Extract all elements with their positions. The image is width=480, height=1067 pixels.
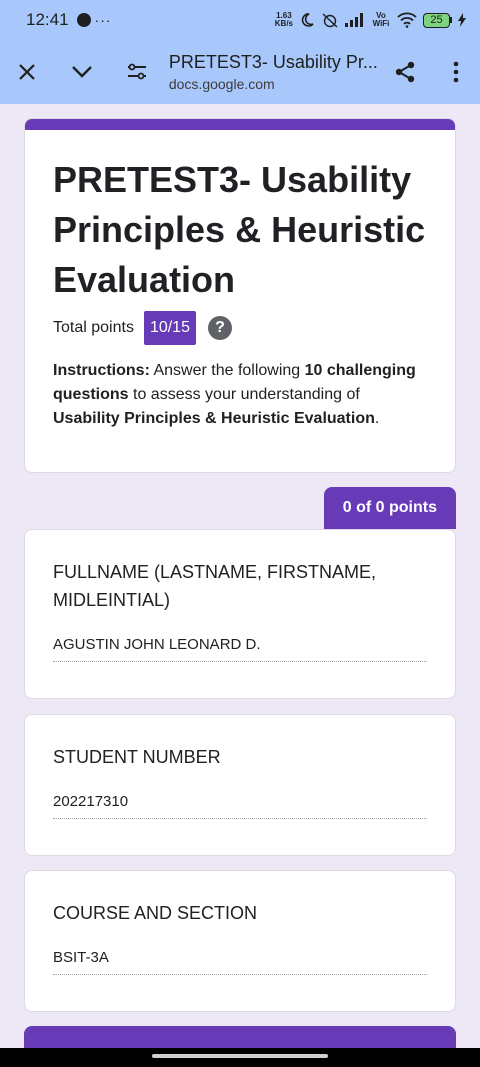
question-title: FULLNAME (LASTNAME, FIRSTNAME, MIDLEINTI…	[53, 562, 377, 610]
share-button[interactable]	[378, 40, 433, 104]
form-description: Instructions: Answer the following 10 ch…	[25, 345, 455, 431]
question-answer: AGUSTIN JOHN LEONARD D.	[53, 636, 427, 662]
page-title: PRETEST3- Usability Pr...	[168, 52, 378, 72]
signal-icon	[345, 13, 363, 27]
page-url: docs.google.com	[168, 76, 275, 92]
battery-tip	[450, 17, 452, 23]
question-card: STUDENT NUMBER 202217310	[24, 714, 456, 856]
chevron-down-icon	[72, 66, 93, 78]
close-button[interactable]	[0, 40, 55, 104]
form-title: PRETEST3- Usability Principles & Heurist…	[53, 159, 426, 300]
question-card: COURSE AND SECTION BSIT-3A	[24, 870, 456, 1012]
question-title: STUDENT NUMBER	[53, 747, 221, 767]
form-header-card: PRETEST3- Usability Principles & Heurist…	[24, 118, 456, 473]
question-answer: 202217310	[53, 793, 427, 819]
tune-icon	[128, 63, 147, 80]
more-vert-icon	[454, 61, 459, 83]
section-points-tab: 0 of 0 points	[323, 487, 456, 529]
instructions-text-3: .	[374, 410, 380, 427]
status-time: 12:41	[26, 10, 69, 29]
minimize-button[interactable]	[55, 40, 110, 104]
instructions-text-1: Answer the following	[149, 362, 305, 379]
page-title-area: PRETEST3- Usability Pr... docs.google.co…	[165, 52, 378, 92]
theme-strip	[25, 119, 455, 130]
battery-icon: 25	[423, 12, 452, 28]
instructions-text-2: to assess your understanding of	[128, 386, 360, 403]
navigation-bar	[0, 1048, 480, 1067]
wifi-icon	[397, 12, 417, 28]
question-card: FULLNAME (LASTNAME, FIRSTNAME, MIDLEINTI…	[24, 529, 456, 699]
score-badge: 10/15	[143, 311, 196, 345]
question-answer: BSIT-3A	[53, 949, 427, 975]
net-speed-unit: KB/s	[274, 19, 293, 28]
more-notifications-icon: ···	[94, 12, 112, 28]
alarm-off-icon	[322, 13, 338, 28]
home-gesture-handle[interactable]	[152, 1054, 328, 1058]
share-icon	[396, 61, 415, 83]
notification-icons: ···	[76, 12, 112, 28]
close-icon	[19, 64, 36, 80]
total-points-row: Total points 10/15 ?	[25, 305, 455, 345]
battery-level: 25	[423, 12, 450, 28]
help-icon[interactable]: ?	[207, 316, 232, 340]
page-settings-button[interactable]	[110, 40, 165, 104]
instructions-bold-2: Usability Principles & Heuristic Evaluat…	[53, 410, 375, 427]
more-options-button[interactable]	[433, 40, 480, 104]
vowifi-label: Vo WiFi	[372, 11, 390, 28]
charging-icon	[458, 13, 466, 27]
next-section-header	[24, 1026, 456, 1048]
messenger-icon	[76, 13, 91, 27]
instructions-label: Instructions:	[53, 362, 150, 379]
form-content[interactable]: PRETEST3- Usability Principles & Heurist…	[0, 104, 480, 1048]
total-points-label: Total points	[53, 319, 134, 336]
net-speed: 1.63 KB/s	[275, 12, 293, 28]
custom-tab-toolbar: PRETEST3- Usability Pr... docs.google.co…	[0, 40, 480, 104]
system-icons: 1.63 KB/s Vo WiFi 25	[275, 12, 466, 28]
question-title: COURSE AND SECTION	[53, 903, 258, 923]
status-bar: 12:41 ··· 1.63 KB/s Vo WiFi 25	[0, 0, 480, 40]
moon-icon	[301, 13, 314, 27]
